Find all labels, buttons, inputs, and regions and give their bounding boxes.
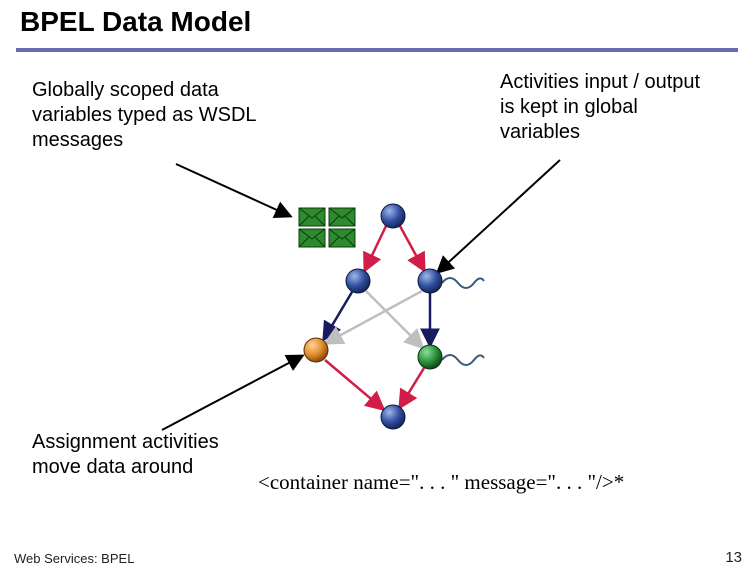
assignment-node — [304, 338, 328, 362]
activity-node — [346, 269, 370, 293]
edge — [365, 226, 386, 270]
edge — [400, 226, 424, 270]
callout-arrow-left — [176, 164, 290, 216]
envelope-icon — [329, 229, 355, 247]
envelope-icon — [299, 208, 325, 226]
edge — [366, 291, 422, 347]
edge — [325, 360, 383, 409]
squiggle-icon — [442, 278, 484, 288]
envelope-icon — [329, 208, 355, 226]
activity-node — [418, 345, 442, 369]
activity-node — [381, 204, 405, 228]
diagram — [0, 0, 756, 576]
callout-arrow-right — [438, 160, 560, 272]
slide: BPEL Data Model Globally scoped data var… — [0, 0, 756, 576]
edge — [400, 368, 424, 407]
activity-node — [381, 405, 405, 429]
envelope-icon — [299, 229, 325, 247]
squiggle-icon — [442, 355, 484, 365]
activity-node — [418, 269, 442, 293]
callout-arrow-bottom — [162, 356, 302, 430]
